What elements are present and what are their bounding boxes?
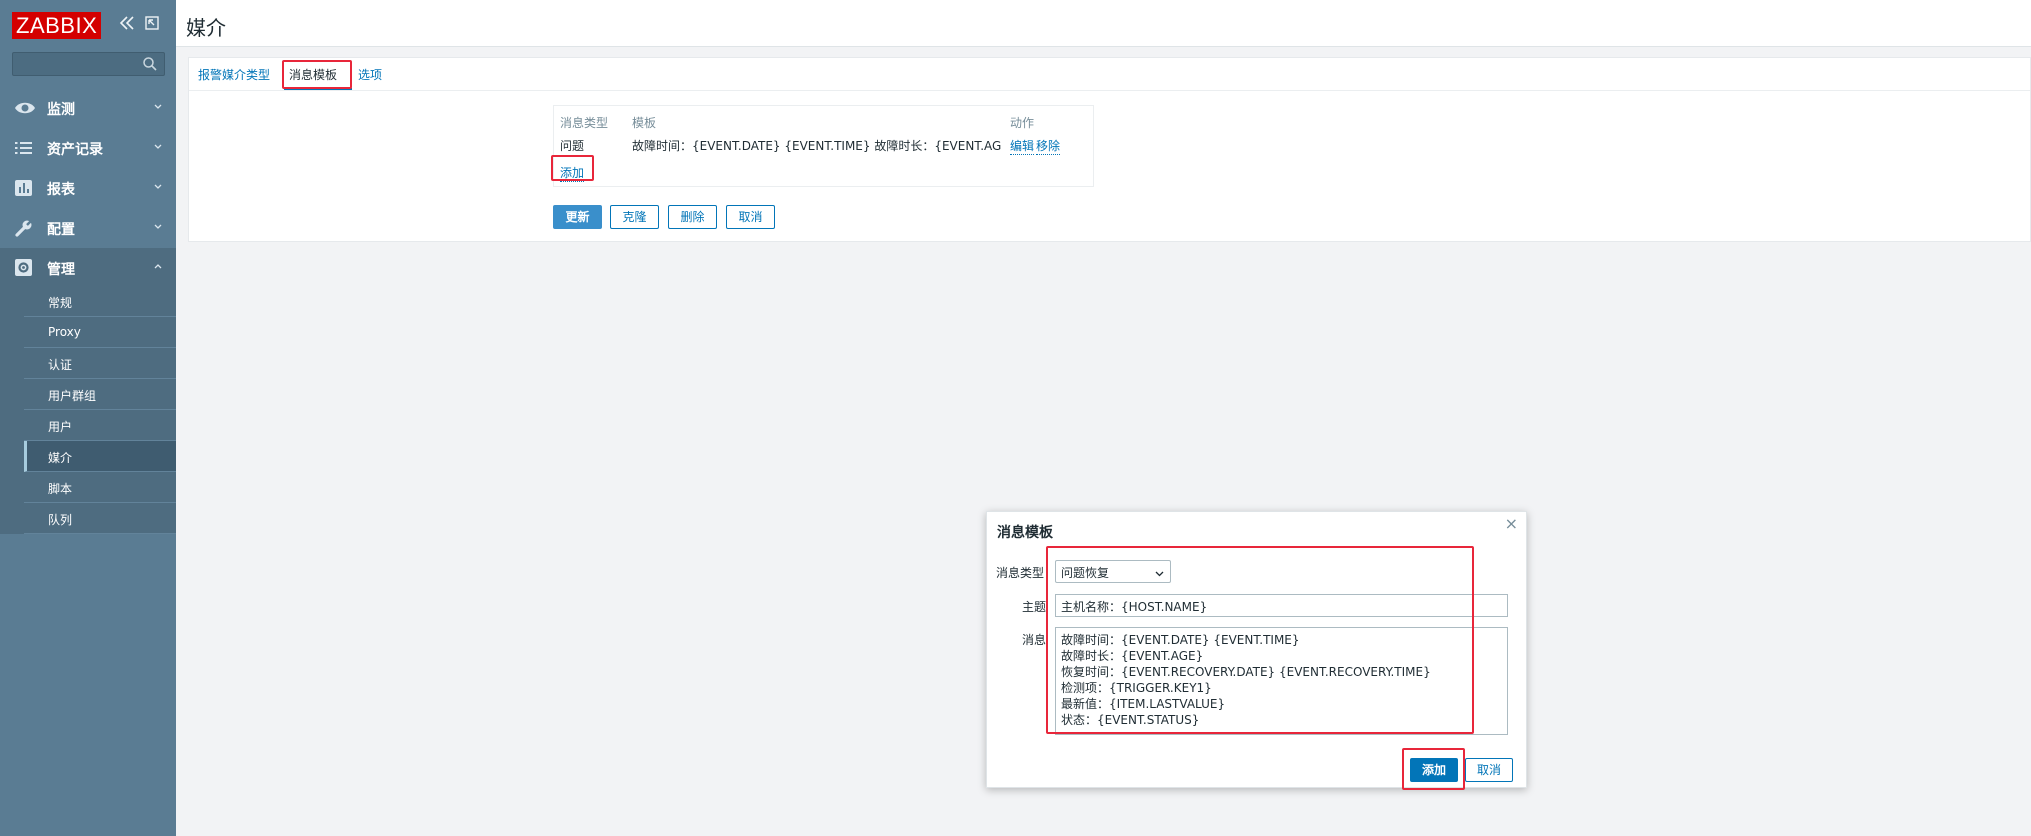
nav-label: 管理 (47, 262, 75, 278)
nav-monitoring[interactable]: 监测 (0, 88, 176, 128)
submenu-media-types[interactable]: 媒介 (24, 441, 176, 472)
message-label: 消息 (1022, 633, 1047, 647)
submenu-label: 脚本 (48, 482, 73, 496)
nav-administration[interactable]: 管理 (0, 248, 176, 288)
nav-label: 监测 (47, 102, 75, 118)
media-type-form: 报警媒介类型 消息模板 选项 消息类型 模板 动作 问题 故障时间：{EVENT… (188, 57, 2031, 242)
sidebar: ZABBIX 监测 资产记录 报表 配置 管理 常规 Proxy 认证 用户群组… (0, 0, 176, 836)
update-button[interactable]: 更新 (553, 205, 602, 229)
kiosk-icon[interactable] (145, 15, 159, 35)
close-icon[interactable]: × (1505, 514, 1518, 533)
submenu-label: 常规 (48, 296, 73, 310)
column-header-actions: 动作 (1010, 116, 1035, 130)
tab-media-type[interactable]: 报警媒介类型 (198, 66, 270, 83)
chevron-down-icon (153, 100, 163, 110)
submenu-label: 队列 (48, 513, 73, 527)
submenu-user-groups[interactable]: 用户群组 (24, 379, 176, 410)
submenu-users[interactable]: 用户 (24, 410, 176, 441)
gear-icon (14, 259, 34, 277)
nav-inventory[interactable]: 资产记录 (0, 128, 176, 168)
tab-options[interactable]: 选项 (358, 66, 382, 83)
submenu-label: Proxy (48, 325, 81, 339)
chevron-down-icon (153, 140, 163, 150)
highlight-add-template-link (551, 155, 594, 181)
clone-button[interactable]: 克隆 (610, 205, 659, 229)
column-header-message-type: 消息类型 (560, 116, 609, 130)
nav-reports[interactable]: 报表 (0, 168, 176, 208)
zabbix-logo[interactable]: ZABBIX (12, 12, 102, 39)
dialog-cancel-button[interactable]: 取消 (1465, 758, 1513, 782)
chevron-up-icon (153, 260, 163, 270)
message-templates-table: 消息类型 模板 动作 问题 故障时间：{EVENT.DATE} {EVENT.T… (553, 105, 1094, 187)
submenu-scripts[interactable]: 脚本 (24, 472, 176, 503)
nav-label: 报表 (47, 182, 75, 198)
submenu-general[interactable]: 常规 (24, 286, 176, 317)
subject-label: 主题 (1022, 600, 1047, 614)
bar-chart-icon (14, 179, 34, 197)
cancel-button[interactable]: 取消 (726, 205, 775, 229)
submenu-label: 用户 (48, 420, 73, 434)
message-type-label: 消息类型 (996, 566, 1045, 580)
nav-label: 配置 (47, 222, 75, 238)
dialog-title: 消息模板 (997, 525, 1053, 541)
submenu-label: 媒介 (48, 451, 73, 465)
tabs-divider (189, 90, 2030, 91)
wrench-icon (14, 219, 34, 237)
submenu-queue[interactable]: 队列 (24, 503, 176, 534)
list-icon (14, 139, 34, 157)
submenu-label: 用户群组 (48, 389, 97, 403)
row-template-preview: 故障时间：{EVENT.DATE} {EVENT.TIME} 故障时长：{EVE… (632, 139, 1002, 153)
remove-template-link[interactable]: 移除 (1036, 137, 1061, 155)
admin-submenu: 常规 Proxy 认证 用户群组 用户 媒介 脚本 队列 (0, 286, 176, 534)
search-icon[interactable] (142, 56, 158, 72)
nav-label: 资产记录 (47, 142, 103, 158)
page-title: 媒介 (186, 16, 226, 40)
row-message-type: 问题 (560, 139, 585, 153)
delete-button[interactable]: 删除 (668, 205, 717, 229)
chevron-down-icon (153, 180, 163, 190)
highlight-dialog-add-button (1402, 748, 1465, 790)
search-input[interactable] (12, 52, 165, 76)
highlight-tab-message-templates (282, 60, 352, 89)
eye-icon (14, 99, 35, 117)
submenu-label: 认证 (48, 358, 73, 372)
double-chevron-left-icon[interactable] (119, 15, 135, 35)
chevron-down-icon (153, 220, 163, 230)
header-bar (176, 0, 2031, 46)
column-header-template: 模板 (632, 116, 657, 130)
highlight-dialog-fields (1046, 546, 1474, 734)
submenu-authentication[interactable]: 认证 (24, 348, 176, 379)
header-divider (176, 46, 2031, 47)
submenu-proxy[interactable]: Proxy (24, 317, 176, 348)
edit-template-link[interactable]: 编辑 (1010, 137, 1035, 155)
nav-configuration[interactable]: 配置 (0, 208, 176, 248)
